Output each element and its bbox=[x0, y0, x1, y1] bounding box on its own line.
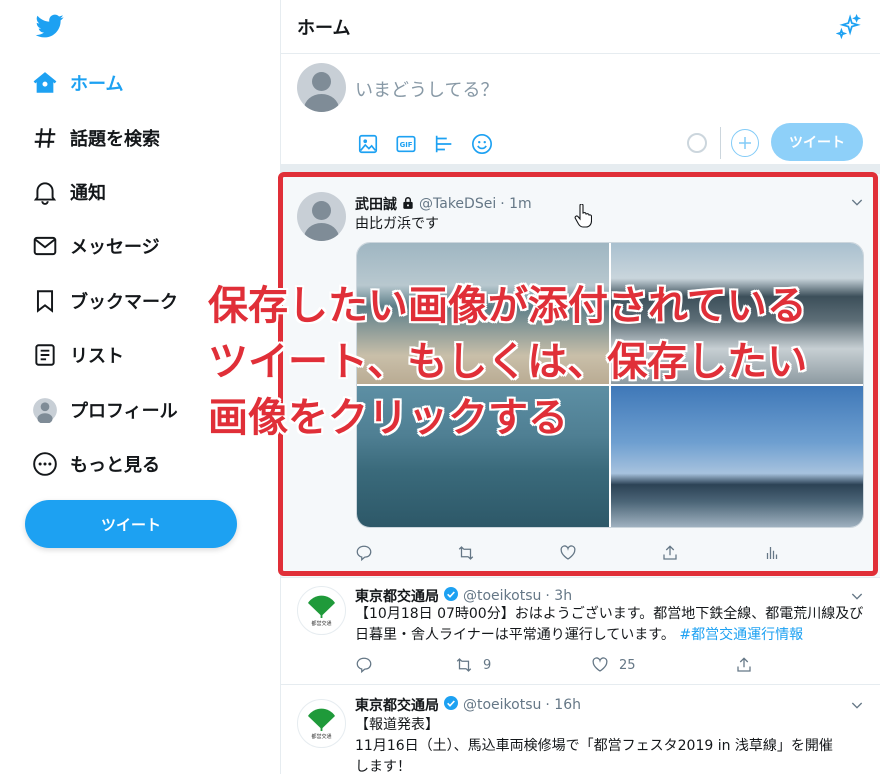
nav-item-more[interactable]: もっと見る bbox=[24, 437, 178, 491]
like-count: 25 bbox=[619, 657, 636, 673]
tweet-text-line: 11月16日（土）、馬込車両検修場で「都営フェスタ2019 in 浅草線」を開催 bbox=[355, 738, 833, 754]
tweet-text: 【10月18日 07時00分】おはようございます。都営地下鉄全線、都電荒川線及び… bbox=[355, 604, 867, 646]
add-tweet-button[interactable] bbox=[731, 129, 759, 157]
tweet-text-line: 【報道発表】 bbox=[355, 717, 439, 733]
nav-item-home[interactable]: ホーム bbox=[24, 56, 178, 110]
tweet-author-name[interactable]: 東京都交通局 bbox=[355, 586, 439, 606]
tweet-avatar[interactable] bbox=[297, 192, 346, 241]
chevron-down-icon[interactable] bbox=[849, 194, 865, 214]
composer-separator bbox=[281, 164, 880, 174]
tweet-author-name[interactable]: 武田誠 bbox=[355, 194, 397, 214]
analytics-icon[interactable] bbox=[763, 544, 865, 562]
composer-toolbar: GIF bbox=[355, 131, 495, 157]
nav-label: プロフィール bbox=[70, 400, 178, 422]
mail-icon bbox=[24, 233, 70, 259]
more-icon bbox=[24, 451, 70, 477]
like-button[interactable]: 25 bbox=[591, 656, 735, 674]
composer-tweet-button[interactable]: ツイート bbox=[771, 123, 863, 161]
sparkle-icon[interactable] bbox=[835, 13, 862, 44]
tweet-actions: 9 25 bbox=[355, 656, 837, 674]
svg-text:都営交通: 都営交通 bbox=[311, 620, 331, 627]
annotation-text: 保存したい画像が添付されている ツイート、もしくは、保存したい 画像をクリックす… bbox=[207, 278, 808, 446]
ginkgo-leaf-icon: 都営交通 bbox=[308, 708, 335, 740]
emoji-icon[interactable] bbox=[469, 131, 495, 157]
svg-text:GIF: GIF bbox=[400, 141, 413, 149]
character-count-ring bbox=[687, 133, 707, 153]
share-icon[interactable] bbox=[735, 656, 837, 674]
tweet-text: 【報道発表】 11月16日（土）、馬込車両検修場で「都営フェスタ2019 in … bbox=[355, 715, 867, 774]
reply-icon[interactable] bbox=[355, 656, 455, 674]
share-icon[interactable] bbox=[661, 544, 763, 562]
nav-item-explore[interactable]: 話題を検索 bbox=[24, 110, 178, 164]
home-icon bbox=[24, 70, 70, 96]
page-title: ホーム bbox=[297, 17, 351, 39]
verified-badge-icon bbox=[443, 695, 459, 715]
bookmark-icon bbox=[24, 288, 70, 314]
image-icon[interactable] bbox=[355, 131, 381, 157]
nav-label: メッセージ bbox=[70, 237, 160, 259]
ginkgo-leaf-icon: 都営交通 bbox=[308, 595, 335, 627]
nav-item-lists[interactable]: リスト bbox=[24, 328, 178, 382]
nav-item-bookmarks[interactable]: ブックマーク bbox=[24, 274, 178, 328]
tweet-item[interactable]: 都営交通 東京都交通局 @toeikotsu · 3h 【10月18日 07時0… bbox=[281, 578, 880, 685]
verified-badge-icon bbox=[443, 586, 459, 606]
tweet-text: 由比ガ浜です bbox=[355, 216, 439, 232]
hashtag-link[interactable]: #都営交通運行情報 bbox=[679, 627, 803, 643]
list-icon bbox=[24, 342, 70, 368]
sidebar-tweet-button[interactable]: ツイート bbox=[25, 500, 237, 548]
annotation-line: 保存したい画像が添付されている bbox=[207, 282, 808, 330]
annotation-line: 画像をクリックする bbox=[207, 394, 569, 442]
nav-label: リスト bbox=[70, 346, 124, 368]
tweet-timestamp[interactable]: · 1m bbox=[500, 196, 531, 212]
timeline-header: ホーム bbox=[281, 0, 880, 54]
gif-icon[interactable]: GIF bbox=[393, 131, 419, 157]
nav-item-messages[interactable]: メッセージ bbox=[24, 219, 178, 273]
retweet-button[interactable]: 9 bbox=[455, 656, 591, 674]
like-icon bbox=[592, 657, 608, 672]
hand-cursor-icon bbox=[574, 203, 593, 232]
tweet-timestamp[interactable]: · 16h bbox=[545, 697, 581, 713]
primary-nav: ホーム 話題を検索 通知 メッセージ ブックマーク リスト プロフィール もっと… bbox=[24, 56, 178, 491]
retweet-icon[interactable] bbox=[457, 544, 559, 562]
tweet-author-name[interactable]: 東京都交通局 bbox=[355, 695, 439, 715]
composer-avatar[interactable] bbox=[297, 63, 346, 112]
composer-divider bbox=[720, 127, 721, 159]
twitter-logo-icon[interactable] bbox=[34, 12, 66, 40]
tweet-author-handle[interactable]: @toeikotsu bbox=[463, 697, 541, 713]
tweet-header: 東京都交通局 @toeikotsu · 3h bbox=[355, 586, 572, 606]
nav-label: ブックマーク bbox=[70, 291, 178, 313]
retweet-count: 9 bbox=[483, 657, 492, 673]
tweet-author-handle[interactable]: @TakeDSei bbox=[419, 196, 496, 212]
reply-icon[interactable] bbox=[355, 544, 457, 562]
composer-input[interactable]: いまどうしてる？ bbox=[355, 76, 498, 102]
plus-icon bbox=[739, 137, 751, 149]
nav-label: 話題を検索 bbox=[70, 128, 160, 150]
bell-icon bbox=[24, 179, 70, 205]
avatar-icon bbox=[24, 397, 70, 423]
lock-icon bbox=[401, 195, 415, 214]
hashtag-icon bbox=[24, 125, 70, 151]
tweet-timestamp[interactable]: · 3h bbox=[545, 588, 572, 604]
chevron-down-icon[interactable] bbox=[849, 697, 865, 717]
like-icon[interactable] bbox=[559, 544, 661, 562]
nav-item-profile[interactable]: プロフィール bbox=[24, 382, 178, 436]
poll-icon[interactable] bbox=[431, 131, 457, 157]
tweet-author-handle[interactable]: @toeikotsu bbox=[463, 588, 541, 604]
tweet-header: 武田誠 @TakeDSei · 1m bbox=[355, 194, 532, 214]
toei-logo-avatar[interactable]: 都営交通 bbox=[297, 586, 346, 635]
nav-label: ホーム bbox=[70, 74, 124, 96]
toei-logo-avatar[interactable]: 都営交通 bbox=[297, 699, 346, 748]
svg-text:都営交通: 都営交通 bbox=[311, 733, 331, 740]
retweet-icon bbox=[456, 658, 472, 672]
tweet-header: 東京都交通局 @toeikotsu · 16h bbox=[355, 695, 581, 715]
annotation-line: ツイート、もしくは、保存したい bbox=[207, 338, 808, 386]
tweet-text-line: します！ bbox=[355, 759, 411, 774]
nav-item-notifications[interactable]: 通知 bbox=[24, 165, 178, 219]
tweet-actions bbox=[355, 544, 865, 562]
nav-label: もっと見る bbox=[70, 454, 160, 476]
tweet-item[interactable]: 都営交通 東京都交通局 @toeikotsu · 16h 【報道発表】 11月1… bbox=[281, 685, 880, 774]
nav-label: 通知 bbox=[70, 182, 106, 204]
